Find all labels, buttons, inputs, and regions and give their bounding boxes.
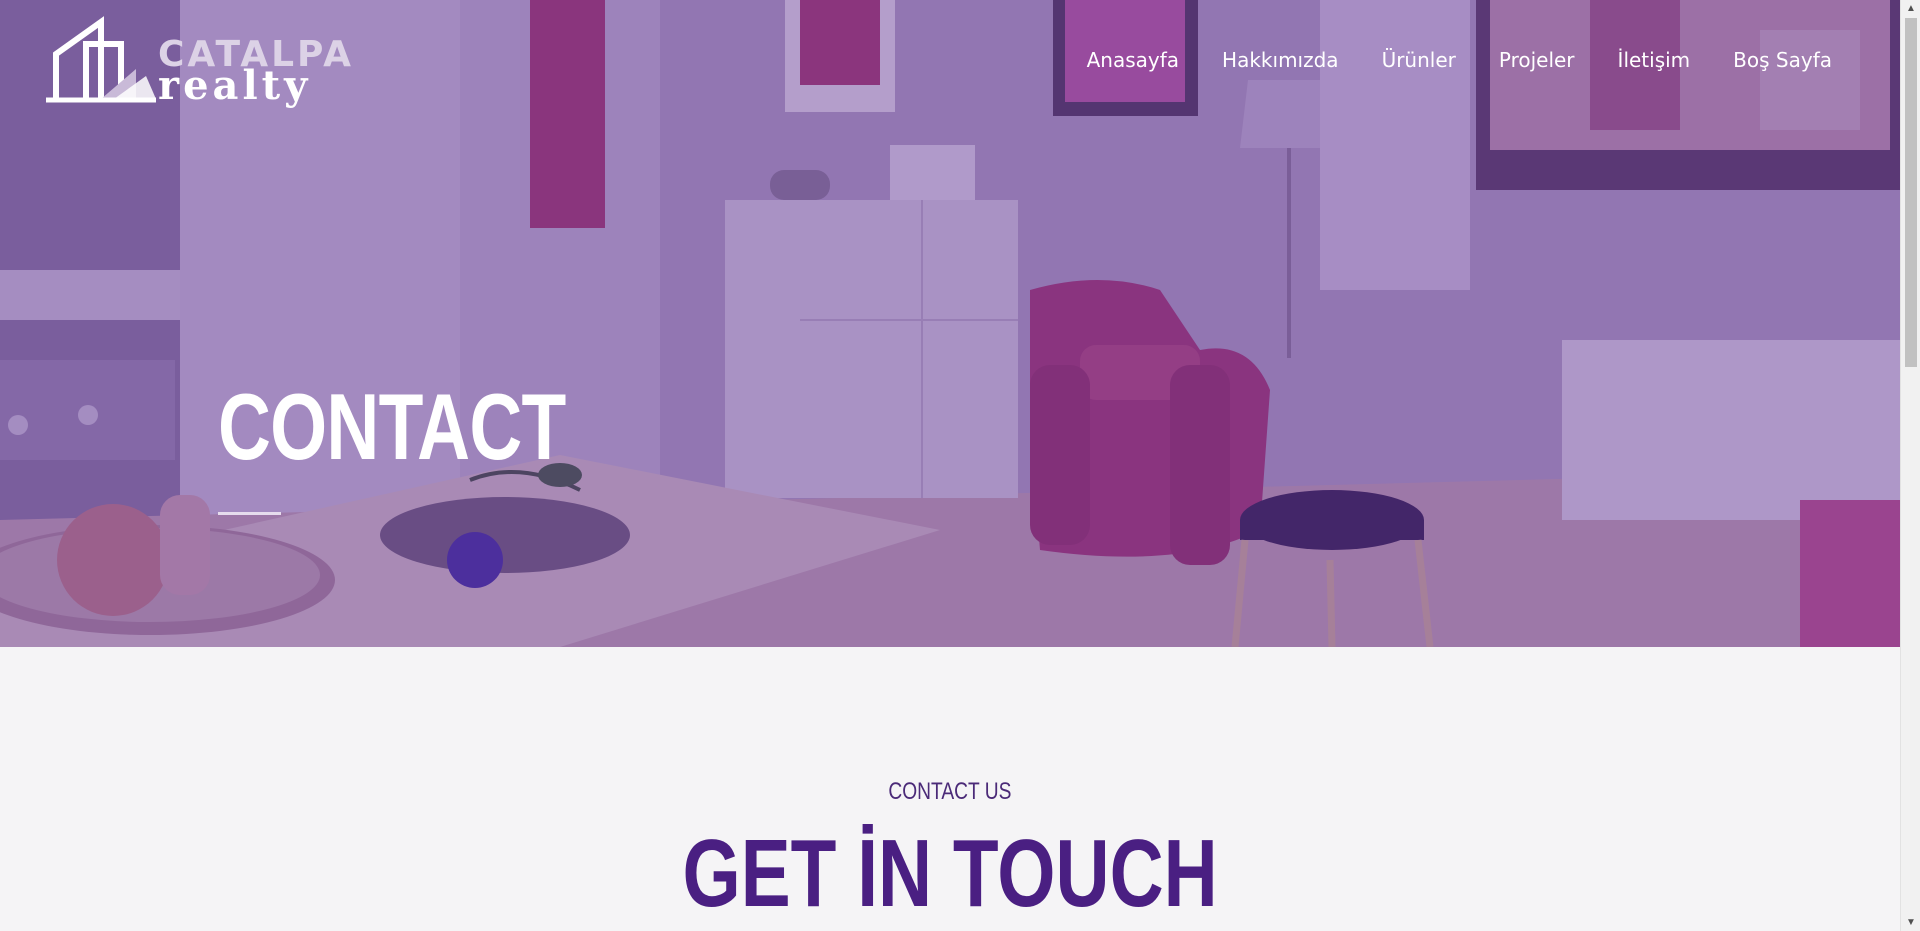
scroll-up-arrow-icon[interactable]: ▲: [1901, 0, 1920, 17]
building-logo-icon: [46, 16, 156, 103]
nav-item-projeler[interactable]: Projeler: [1499, 48, 1575, 72]
section-heading: GET İN TOUCH: [0, 826, 1900, 922]
main-navigation: Anasayfa Hakkımızda Ürünler Projeler İle…: [1087, 48, 1832, 72]
nav-item-bos-sayfa[interactable]: Boş Sayfa: [1733, 48, 1832, 72]
section-eyebrow: CONTACT US: [0, 778, 1900, 806]
nav-item-hakkimizda[interactable]: Hakkımızda: [1222, 48, 1339, 72]
title-underline-divider: [218, 512, 281, 515]
section-eyebrow-text: CONTACT US: [888, 778, 1012, 805]
page-title: CONTACT: [218, 374, 566, 479]
site-logo[interactable]: CATALPA realty: [46, 14, 351, 110]
hero-banner: CATALPA realty Anasayfa Hakkımızda Ürünl…: [0, 0, 1900, 647]
page-scrollbar[interactable]: ▲ ▼: [1900, 0, 1920, 931]
scroll-down-arrow-icon[interactable]: ▼: [1901, 914, 1920, 931]
nav-item-iletisim[interactable]: İletişim: [1618, 48, 1691, 72]
section-heading-text: GET İN TOUCH: [682, 820, 1218, 927]
nav-item-anasayfa[interactable]: Anasayfa: [1087, 48, 1179, 72]
page: CATALPA realty Anasayfa Hakkımızda Ürünl…: [0, 0, 1920, 931]
logo-wordmark-bottom: realty: [158, 62, 312, 109]
nav-item-urunler[interactable]: Ürünler: [1382, 48, 1456, 72]
scrollbar-thumb[interactable]: [1905, 18, 1917, 367]
